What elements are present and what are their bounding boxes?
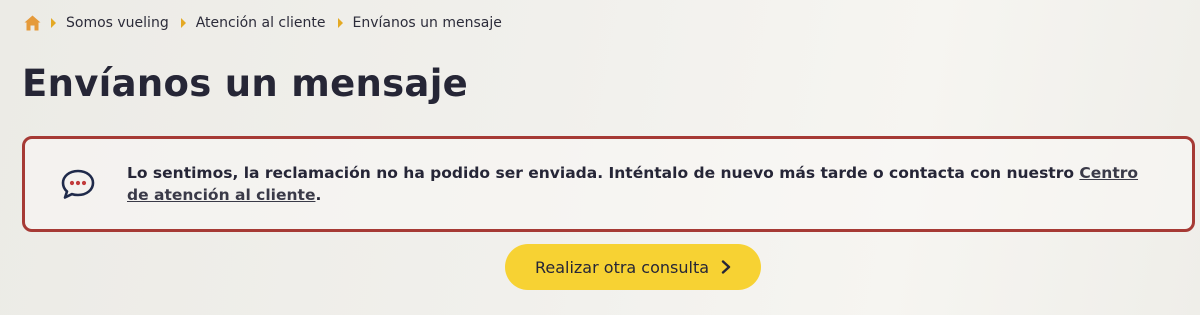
breadcrumb-separator-icon [51,18,56,28]
breadcrumb-item-atencion-cliente: Atención al cliente [180,15,338,31]
breadcrumb-item-somos-vueling: Somos vueling [51,15,181,31]
breadcrumb-link-somos-vueling[interactable]: Somos vueling [66,15,169,31]
page-title: Envíanos un mensaje [22,62,469,105]
home-icon[interactable] [24,15,41,31]
breadcrumb: Somos vueling Atención al cliente Envían… [24,12,502,34]
breadcrumb-separator-icon [180,18,186,28]
chevron-right-icon [721,260,731,274]
breadcrumb-separator-icon [337,18,343,28]
alert-message-suffix: . [315,186,322,204]
alert-message: Lo sentimos, la reclamación no ha podido… [127,162,1157,206]
breadcrumb-item-current: Envíanos un mensaje [337,15,502,31]
alert-message-text: Lo sentimos, la reclamación no ha podido… [127,164,1074,182]
breadcrumb-link-atencion-cliente[interactable]: Atención al cliente [196,15,326,31]
page: Somos vueling Atención al cliente Envían… [0,0,1200,315]
new-inquiry-button[interactable]: Realizar otra consulta [505,244,761,290]
breadcrumb-current: Envíanos un mensaje [352,15,502,31]
chat-bubble-icon [61,169,95,199]
new-inquiry-button-label: Realizar otra consulta [534,257,710,277]
error-alert: Lo sentimos, la reclamación no ha podido… [22,136,1195,232]
